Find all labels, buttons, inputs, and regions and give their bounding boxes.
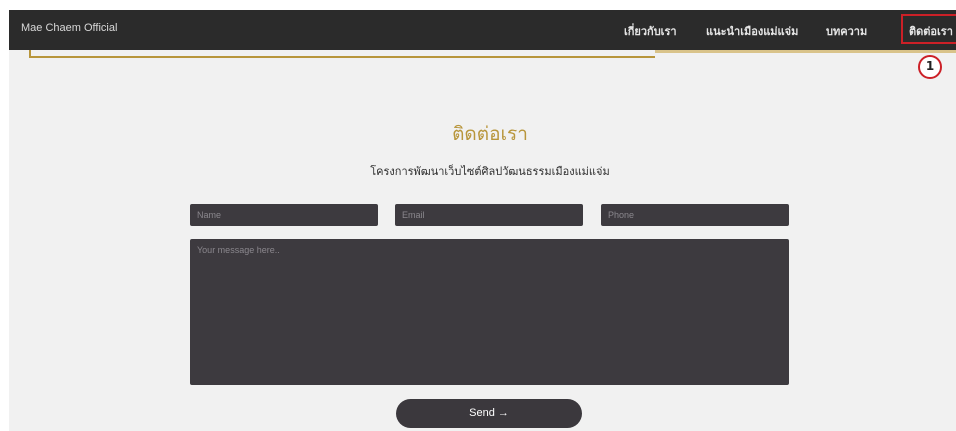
step-marker: 1 <box>918 55 942 79</box>
phone-field[interactable] <box>601 204 789 226</box>
decorative-strip <box>655 50 956 53</box>
nav-link-guide[interactable]: แนะนำเมืองแม่แจ่ม <box>706 22 798 40</box>
email-field[interactable] <box>395 204 583 226</box>
message-field[interactable] <box>190 239 789 385</box>
page-title: ติดต่อเรา <box>452 123 528 145</box>
navbar: Mae Chaem Official เกี่ยวกับเรา แนะนำเมื… <box>9 10 956 50</box>
nav-link-about[interactable]: เกี่ยวกับเรา <box>624 22 677 40</box>
brand-link[interactable]: Mae Chaem Official <box>21 22 117 34</box>
nav-link-contact[interactable]: ติดต่อเรา <box>901 14 956 44</box>
name-field[interactable] <box>190 204 378 226</box>
send-button[interactable]: Send → <box>396 399 582 428</box>
page: Mae Chaem Official เกี่ยวกับเรา แนะนำเมื… <box>9 10 956 431</box>
page-subtitle: โครงการพัฒนาเว็บไซต์ศิลปวัฒนธรรมเมืองแม่… <box>370 165 610 178</box>
decorative-line <box>29 56 655 58</box>
nav-link-articles[interactable]: บทความ <box>826 22 867 40</box>
